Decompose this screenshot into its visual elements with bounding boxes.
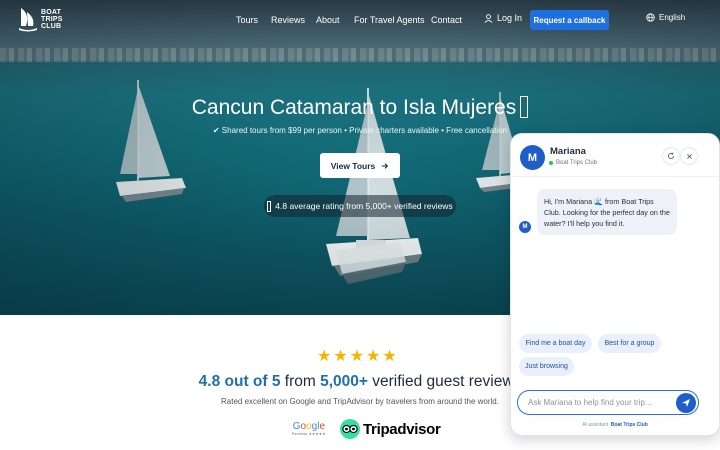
- chat-message-input[interactable]: Ask Mariana to help find your trip...: [517, 390, 699, 415]
- tripadvisor-wordmark: Tripadvisor: [363, 420, 441, 438]
- rating-pill-text: 4.8 average rating from 5,000+ verified …: [275, 201, 453, 211]
- footer-prefix: AI assistant: [582, 422, 609, 428]
- google-wordmark: Google: [292, 421, 326, 432]
- star-icon: ★: [366, 348, 381, 365]
- language-label: English: [659, 13, 686, 22]
- missing-glyph-icon: [267, 200, 272, 212]
- hero-title: Cancun Catamaran to Isla Mujeres: [0, 96, 720, 120]
- rating-value: 4.8 out of 5: [198, 373, 281, 390]
- chat-header-divider: [511, 176, 719, 177]
- star-icon: ★: [333, 348, 348, 365]
- logo-line: CLUB: [41, 22, 62, 30]
- chat-widget: M Mariana Boat Trips Club Hi, I'm Marian…: [510, 133, 720, 436]
- login-label: Log In: [497, 13, 523, 23]
- star-icon: ★: [382, 348, 397, 365]
- logo[interactable]: BOAT TRIPS CLUB: [18, 6, 63, 32]
- star-rating: ★ ★ ★ ★ ★: [317, 349, 397, 365]
- assistant-org: Boat Trips Club: [549, 160, 597, 166]
- assistant-avatar: M: [520, 145, 545, 170]
- quick-reply-find-boat-day[interactable]: Find me a boat day: [519, 334, 592, 353]
- hero-title-text: Cancun Catamaran to Isla Mujeres: [191, 96, 517, 119]
- refresh-icon: [668, 152, 675, 159]
- from-word: from: [280, 373, 321, 390]
- message-avatar: M: [519, 221, 531, 233]
- tripadvisor-owl-icon: [340, 419, 360, 439]
- request-callback-button[interactable]: Request a callback: [530, 10, 609, 30]
- missing-glyph-icon: [520, 96, 529, 118]
- close-chat-button[interactable]: [680, 147, 698, 165]
- top-nav: BOAT TRIPS CLUB Tours Reviews About For …: [0, 0, 720, 40]
- logo-line: BOAT: [41, 8, 62, 16]
- arrow-right-icon: [382, 162, 389, 169]
- assistant-name: Mariana: [550, 146, 586, 157]
- nav-tours[interactable]: Tours: [236, 15, 258, 25]
- nav-reviews[interactable]: Reviews: [271, 15, 305, 25]
- online-status-dot: [549, 161, 553, 165]
- nav-contact[interactable]: Contact: [431, 15, 462, 25]
- login-link[interactable]: Log In: [484, 13, 522, 23]
- assistant-message: Hi, I'm Mariana 🌊 from Boat Trips Club. …: [537, 189, 677, 235]
- google-reviews-sub: Reviews ★★★★★: [292, 432, 326, 436]
- assistant-org-label: Boat Trips Club: [556, 160, 598, 166]
- view-tours-button[interactable]: View Tours: [320, 153, 400, 178]
- sailboat-logo-icon: [19, 8, 37, 32]
- rating-pill: 4.8 average rating from 5,000+ verified …: [264, 195, 456, 217]
- footer-brand: Boat Trips Club: [610, 422, 648, 428]
- globe-icon: [646, 13, 655, 22]
- close-icon: [686, 153, 692, 159]
- google-reviews-logo: Google Reviews ★★★★★: [292, 421, 326, 436]
- user-icon: [484, 13, 493, 23]
- reviews-heading-rest: verified guest reviews: [367, 373, 522, 390]
- quick-reply-just-browsing[interactable]: Just browsing: [519, 357, 574, 376]
- send-message-button[interactable]: [676, 393, 696, 413]
- tripadvisor-logo: Tripadvisor: [340, 419, 441, 439]
- view-tours-label: View Tours: [330, 160, 376, 171]
- quick-reply-best-for-group[interactable]: Best for a group: [598, 334, 661, 353]
- review-count: 5,000+: [320, 373, 368, 390]
- nav-about[interactable]: About: [316, 15, 340, 25]
- star-icon: ★: [349, 348, 365, 365]
- star-icon: ★: [317, 348, 332, 365]
- send-icon: [682, 399, 690, 407]
- language-selector[interactable]: English: [646, 13, 685, 22]
- logo-line: TRIPS: [41, 15, 63, 23]
- chat-footer: AI assistant Boat Trips Club: [511, 422, 719, 428]
- refresh-chat-button[interactable]: [662, 147, 680, 165]
- nav-travel-agents[interactable]: For Travel Agents: [354, 15, 425, 25]
- logo-text: BOAT TRIPS CLUB: [41, 9, 63, 30]
